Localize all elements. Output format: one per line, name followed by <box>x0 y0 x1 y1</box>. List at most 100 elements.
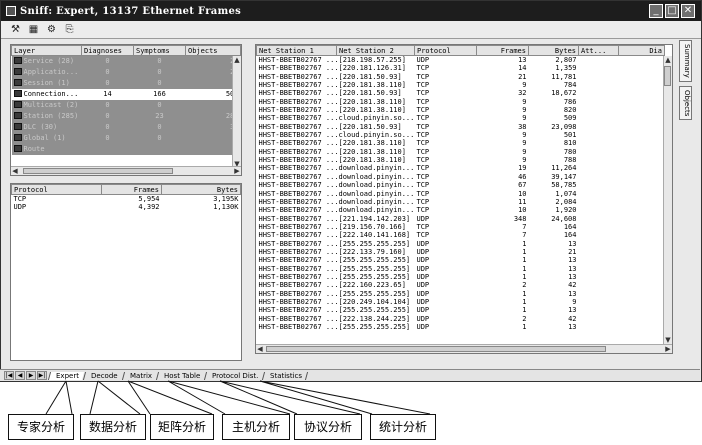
station-row[interactable]: HHST-BBETB02767 ... [220.181.126.31] TCP 14… <box>257 64 665 72</box>
maximize-button[interactable]: □ <box>665 4 679 18</box>
col-diagnoses[interactable]: Dia <box>618 45 665 56</box>
station-row[interactable]: HHST-BBETB02767 ... [220.181.38.110] TCP 9 8… <box>257 106 665 114</box>
bytes-cell: 788 <box>563 156 577 165</box>
attention-cell <box>579 156 619 164</box>
col-protocol[interactable]: Protocol <box>11 184 102 195</box>
station-row[interactable]: HHST-BBETB02767 ... [218.198.57.255] UDP 13… <box>257 56 665 65</box>
station-row[interactable]: HHST-BBETB02767 ... download.pinyin.... TC… <box>257 181 665 189</box>
last-tab-icon[interactable]: ▶| <box>37 371 47 380</box>
layer-row[interactable]: Service (28)0028 <box>11 55 241 67</box>
layer-row[interactable]: Route <box>11 144 241 155</box>
tool-icon-4[interactable]: ⎘ <box>63 23 76 36</box>
station-row[interactable]: HHST-BBETB02767 ... [219.156.70.166] TCP 7 1… <box>257 223 665 231</box>
hscroll-thumb[interactable] <box>23 168 173 174</box>
station-row[interactable]: HHST-BBETB02767 ... download.pinyin.... TC… <box>257 164 665 172</box>
layer-row[interactable]: Session (1)000 <box>11 78 241 89</box>
station-row[interactable]: HHST-BBETB02767 ... [220.249.104.104] UDP 1… <box>257 298 665 306</box>
col-symptoms[interactable]: Symptoms <box>133 45 186 56</box>
layer-name-cell: Route <box>11 144 82 155</box>
station-row[interactable]: HHST-BBETB02767 ... download.pinyin.... TC… <box>257 190 665 198</box>
station-row[interactable]: HHST-BBETB02767 ... cloud.pinyin.so... TCP… <box>257 131 665 139</box>
station-row[interactable]: HHST-BBETB02767 ... [220.181.38.110] TCP 9 8… <box>257 139 665 147</box>
station-row[interactable]: HHST-BBETB02767 ... [255.255.255.255] UDP 1… <box>257 256 665 264</box>
station-vscroll[interactable]: ▲ ▼ <box>663 56 672 344</box>
layer-row[interactable]: Station (285)023285 <box>11 111 241 122</box>
symptoms-cell: 166 <box>133 89 186 100</box>
station-row[interactable]: HHST-BBETB02767 ... download.pinyin.... TC… <box>257 206 665 214</box>
tab-expert[interactable]: Expert <box>47 371 85 380</box>
tab-summary[interactable]: Summary <box>679 40 692 82</box>
protocol-row[interactable]: UDP 4,392 1,130K <box>12 203 241 211</box>
col-attention[interactable]: Att... <box>578 45 619 56</box>
tab-host-table[interactable]: Host Table <box>155 371 205 380</box>
hscroll-thumb[interactable] <box>266 346 606 352</box>
col-bytes[interactable]: Bytes <box>161 184 241 195</box>
station-row[interactable]: HHST-BBETB02767 ... [220.181.50.93] TCP 21 1… <box>257 73 665 81</box>
station-hscroll[interactable]: ◀ ▶ <box>256 344 672 353</box>
scroll-right-icon[interactable]: ▶ <box>233 167 241 175</box>
layer-row[interactable]: Multicast (2)002 <box>11 100 241 111</box>
scroll-up-icon[interactable]: ▲ <box>664 56 672 64</box>
tool-icon-2[interactable]: ▦ <box>27 23 40 36</box>
scroll-right-icon[interactable]: ▶ <box>664 345 672 353</box>
vscroll-thumb[interactable] <box>664 66 671 86</box>
tab-matrix[interactable]: Matrix <box>121 371 157 380</box>
col-protocol[interactable]: Protocol <box>414 45 477 56</box>
station-row[interactable]: HHST-BBETB02767 ... [222.138.244.225] UDP 2… <box>257 315 665 323</box>
station-row[interactable]: HHST-BBETB02767 ... [220.181.38.110] TCP 9 7… <box>257 81 665 89</box>
layer-row[interactable]: DLC (30)0030 <box>11 122 241 133</box>
tool-icon-3[interactable]: ⚙ <box>45 23 58 36</box>
col-net-station-2[interactable]: Net Station 2 <box>336 45 415 56</box>
col-net-station-1[interactable]: Net Station 1 <box>256 45 337 56</box>
station-row[interactable]: HHST-BBETB02767 ... [222.140.141.168] TCP 7… <box>257 231 665 239</box>
station-row[interactable]: HHST-BBETB02767 ... [255.255.255.255] UDP 1… <box>257 240 665 248</box>
col-layer[interactable]: Layer <box>11 45 82 56</box>
layer-row[interactable]: Connection...14166501 <box>11 89 241 100</box>
col-bytes[interactable]: Bytes <box>528 45 579 56</box>
station-row[interactable]: HHST-BBETB02767 ... [222.133.79.160] UDP 1 2… <box>257 248 665 256</box>
station1-cell: HHST-BBETB02767 ... <box>258 222 337 231</box>
station-row[interactable]: HHST-BBETB02767 ... [255.255.255.255] UDP 1… <box>257 273 665 281</box>
station-row[interactable]: HHST-BBETB02767 ... [255.255.255.255] UDP 1… <box>257 290 665 298</box>
station-row[interactable]: HHST-BBETB02767 ... [220.181.38.110] TCP 9 7… <box>257 98 665 106</box>
tab-protocol-dist[interactable]: Protocol Dist. <box>203 371 264 380</box>
col-frames[interactable]: Frames <box>101 184 162 195</box>
station-row[interactable]: HHST-BBETB02767 ... download.pinyin.... TC… <box>257 173 665 181</box>
tool-icon-1[interactable]: ⚒ <box>9 23 22 36</box>
tab-statistics[interactable]: Statistics <box>262 371 309 380</box>
layer-vscroll[interactable]: ▲ ▼ <box>232 56 241 168</box>
tab-decode[interactable]: Decode <box>82 371 123 380</box>
tab-objects[interactable]: Objects <box>679 85 692 121</box>
col-objects[interactable]: Objects <box>185 45 241 56</box>
station-row[interactable]: HHST-BBETB02767 ... [255.255.255.255] UDP 1… <box>257 265 665 273</box>
station-row[interactable]: HHST-BBETB02767 ... [222.160.223.65] UDP 2 4… <box>257 281 665 289</box>
first-tab-icon[interactable]: |◀ <box>4 371 14 380</box>
layer-hscroll[interactable]: ◀ ▶ <box>11 166 241 175</box>
station2-cell: [222.160.223.65] <box>338 281 406 290</box>
layer-row[interactable]: Applicatio...0028 <box>11 67 241 78</box>
station-row[interactable]: HHST-BBETB02767 ... [255.255.255.255] UDP 1… <box>257 306 665 314</box>
station-row[interactable]: HHST-BBETB02767 ... [220.181.50.93] TCP 38 2… <box>257 123 665 131</box>
station-row[interactable]: HHST-BBETB02767 ... [220.181.38.110] TCP 9 7… <box>257 156 665 164</box>
close-button[interactable]: ✕ <box>681 4 695 18</box>
station-row[interactable]: HHST-BBETB02767 ... cloud.pinyin.so... TCP… <box>257 114 665 122</box>
station-row[interactable]: HHST-BBETB02767 ... [255.255.255.255] UDP 1… <box>257 323 665 331</box>
station-row[interactable]: HHST-BBETB02767 ... [220.181.38.110] TCP 9 7… <box>257 148 665 156</box>
diagnoses-cell <box>619 123 665 131</box>
station-row[interactable]: HHST-BBETB02767 ... download.pinyin.... TC… <box>257 198 665 206</box>
protocol-row[interactable]: TCP 5,954 3,195K <box>12 195 241 204</box>
scroll-up-icon[interactable]: ▲ <box>233 56 241 64</box>
col-frames[interactable]: Frames <box>476 45 529 56</box>
station-row[interactable]: HHST-BBETB02767 ... [220.181.50.93] TCP 32 1… <box>257 89 665 97</box>
next-tab-icon[interactable]: ▶ <box>26 371 36 380</box>
prev-tab-icon[interactable]: ◀ <box>15 371 25 380</box>
col-diagnoses[interactable]: Diagnoses <box>81 45 134 56</box>
frames-cell: 9 <box>522 139 527 148</box>
scroll-down-icon[interactable]: ▼ <box>664 336 672 344</box>
layer-row[interactable]: Global (1)000 <box>11 133 241 144</box>
scroll-left-icon[interactable]: ◀ <box>11 167 19 175</box>
minimize-button[interactable]: _ <box>649 4 663 18</box>
station-row[interactable]: HHST-BBETB02767 ... [221.194.142.203] UDP 3… <box>257 215 665 223</box>
bytes-cell: 11,781 <box>551 72 577 81</box>
scroll-left-icon[interactable]: ◀ <box>256 345 264 353</box>
